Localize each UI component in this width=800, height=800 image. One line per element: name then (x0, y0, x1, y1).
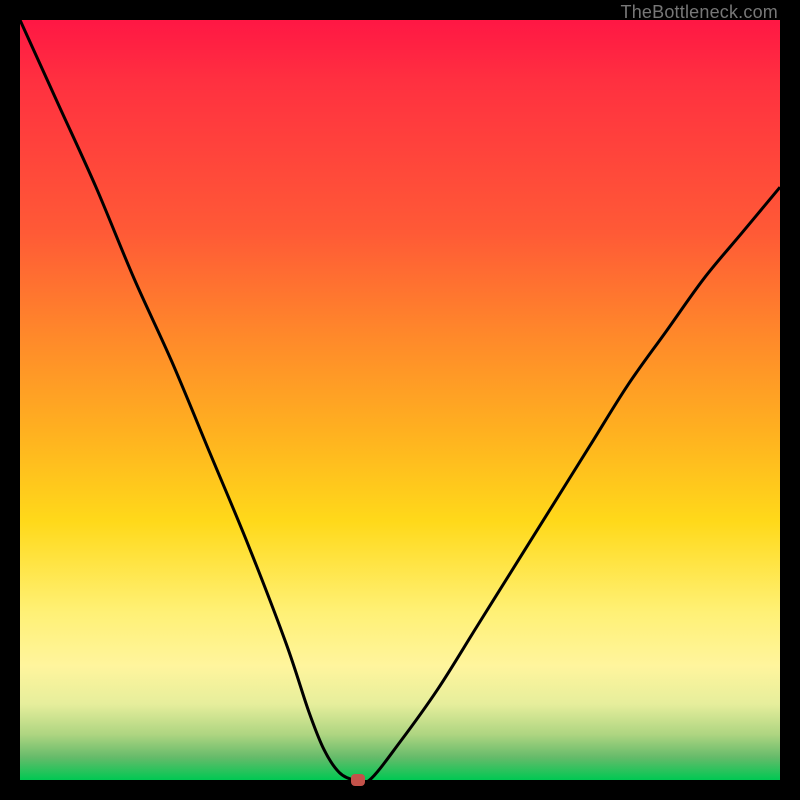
chart-frame: TheBottleneck.com (0, 0, 800, 800)
bottleneck-curve (20, 20, 780, 780)
optimum-marker (351, 774, 365, 786)
plot-area (20, 20, 780, 780)
